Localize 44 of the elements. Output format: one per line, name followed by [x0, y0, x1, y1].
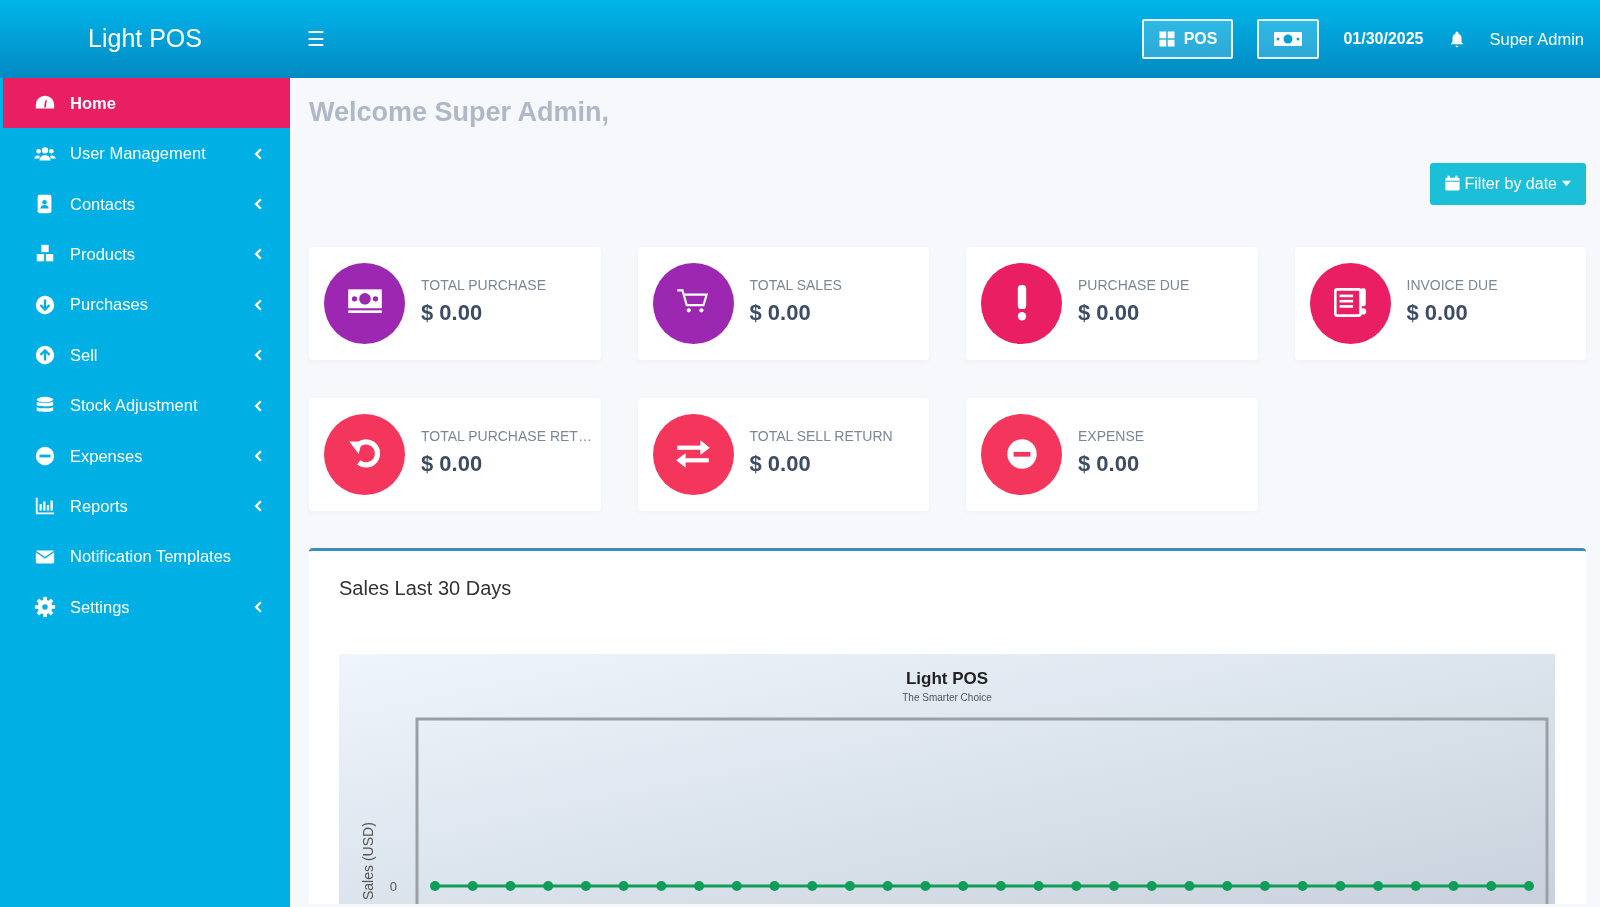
- filter-button[interactable]: Filter by date: [1429, 162, 1586, 205]
- tick-label: 0: [389, 878, 397, 894]
- stat-value: $ 0.00: [421, 298, 484, 327]
- user-name[interactable]: Super Admin: [1489, 26, 1584, 52]
- minus-circle-icon: [34, 444, 56, 467]
- chart-title: Light POS: [905, 668, 989, 688]
- sidebar-item[interactable]: Notification Templates: [0, 531, 290, 582]
- chart-heading: Sales Last 30 Days: [339, 575, 513, 601]
- stat-label: PURCHASE DUE: [1078, 275, 1190, 295]
- stat-label: TOTAL SELL RETURN: [749, 426, 893, 446]
- stat-label: INVOICE DUE: [1406, 275, 1498, 295]
- settings-icon: [34, 596, 56, 619]
- menu-button[interactable]: ☰: [306, 23, 326, 55]
- caret-icon: [1561, 179, 1572, 188]
- calendar-icon: [1443, 175, 1461, 192]
- date-text: 01/30/2025: [1343, 29, 1424, 49]
- stat-value: $ 0.00: [749, 298, 812, 327]
- app-logo[interactable]: Light POS: [88, 24, 202, 53]
- up-arrow-circle-icon: [34, 344, 56, 367]
- grid-icon: [1157, 30, 1176, 48]
- sidebar-item[interactable]: Expenses: [0, 430, 290, 482]
- stat-label: TOTAL SALES: [749, 275, 842, 295]
- pos-button[interactable]: POS: [1141, 19, 1234, 59]
- sidebar-item[interactable]: Purchases: [0, 279, 290, 330]
- sidebar-item[interactable]: Stock Adjustment: [0, 380, 290, 431]
- sidebar-item[interactable]: Sell: [0, 329, 290, 381]
- cash-button[interactable]: [1257, 19, 1320, 59]
- sidebar-item[interactable]: Products: [0, 229, 290, 280]
- stat-label: TOTAL PURCHASE: [421, 275, 546, 295]
- sidebar-item[interactable]: Settings: [0, 581, 290, 633]
- stat-value: $ 0.00: [1078, 449, 1141, 478]
- sidebar-item[interactable]: User Management: [0, 128, 290, 179]
- stat-value: $ 0.00: [1406, 298, 1469, 327]
- stat-label: EXPENSE: [1078, 426, 1145, 446]
- stat-value: $ 0.00: [421, 449, 484, 478]
- chart-subtitle: The Smarter Choice: [902, 691, 992, 703]
- welcome-heading: Welcome Super Admin,: [309, 96, 611, 129]
- sidebar-item[interactable]: Contacts: [0, 178, 290, 230]
- sidebar-item[interactable]: Home: [3, 78, 290, 129]
- sidebar-item[interactable]: Reports: [0, 481, 290, 532]
- axis-label: Sales (USD): [360, 821, 376, 900]
- stat-value: $ 0.00: [1078, 298, 1141, 327]
- down-arrow-circle-icon: [34, 293, 56, 316]
- stat-value: $ 0.00: [749, 449, 812, 478]
